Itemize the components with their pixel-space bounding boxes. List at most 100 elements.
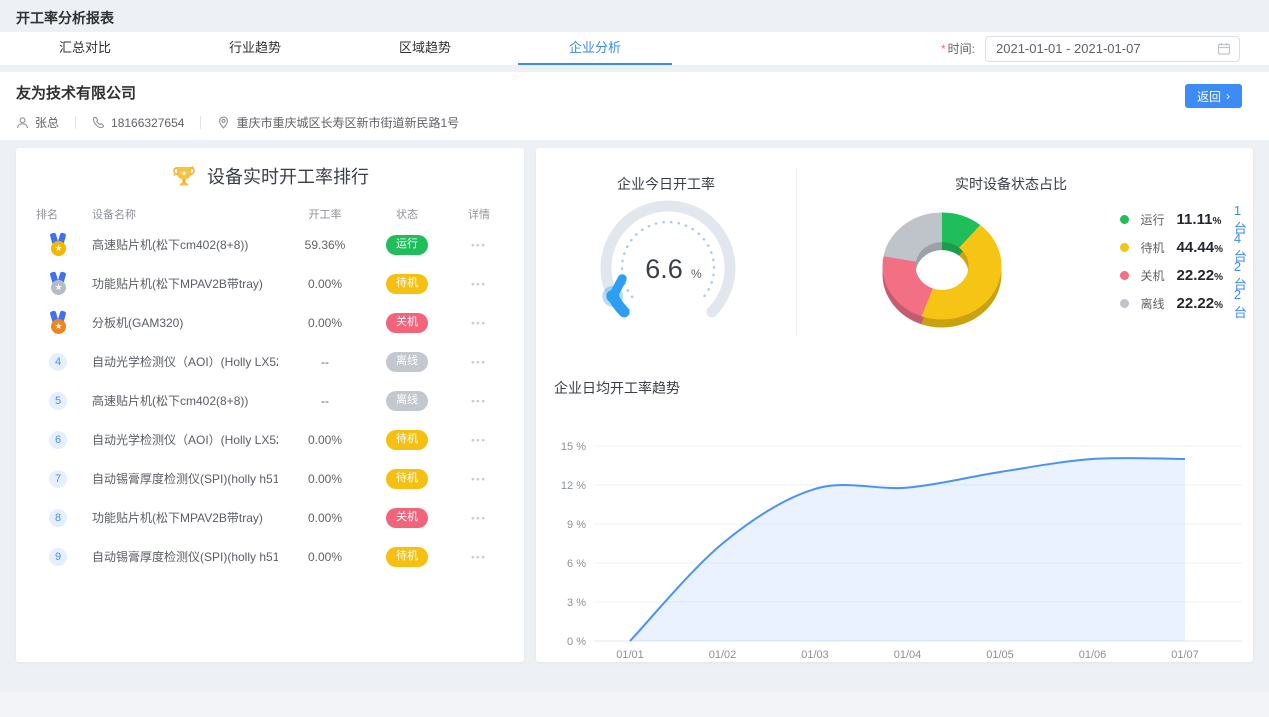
status-badge: 离线 [386,352,428,371]
rank-cell: 5 [36,392,80,410]
svg-text:★: ★ [181,170,187,178]
legend-label: 关机 [1141,267,1177,284]
status-badge: 关机 [386,508,428,527]
legend-label: 离线 [1141,295,1177,312]
status-badge: 待机 [386,430,428,449]
device-name: 自动光学检测仪（AOI）(Holly LX520iL) [92,353,278,370]
back-button[interactable]: 返回 › [1185,84,1242,108]
tabs: 汇总对比行业趋势区域趋势企业分析 [0,32,680,65]
status-cell: 待机 [372,429,442,449]
gauge-unit: % [691,267,702,281]
donut-svg [867,198,1017,338]
table-row[interactable]: ★ 功能贴片机(松下MPAV2B带tray) 0.00% 待机 ••• [16,264,524,303]
status-badge: 待机 [386,547,428,566]
device-ranking-card: ★ 设备实时开工率排行 排名 设备名称 开工率 状态 详情 ★ 高速贴片机(松下… [16,148,524,662]
legend-count[interactable]: 2台 [1234,287,1253,321]
y-tick-label: 6 % [567,558,586,570]
table-row[interactable]: 4 自动光学检测仪（AOI）(Holly LX520iL) -- 离线 ••• [16,342,524,381]
status-cell: 待机 [372,468,442,488]
detail-dots-button[interactable]: ••• [454,318,504,328]
y-tick-label: 3 % [567,597,586,609]
device-name: 功能贴片机(松下MPAV2B带tray) [92,275,278,292]
table-row[interactable]: ★ 分板机(GAM320) 0.00% 关机 ••• [16,303,524,342]
rank-cell: 7 [36,470,80,488]
legend-item[interactable]: 待机 44.44% 4台 [1120,238,1253,257]
device-name: 分板机(GAM320) [92,314,278,331]
trend-svg: 0 %3 %6 %9 %12 %15 %01/0101/0201/0301/04… [550,424,1246,660]
date-range-input[interactable]: 2021-01-01 - 2021-01-07 [985,36,1240,62]
detail-dots-button[interactable]: ••• [454,357,504,367]
detail-dots-button[interactable]: ••• [454,552,504,562]
rank-badge: 5 [49,392,67,410]
trend-title: 企业日均开工率趋势 [554,378,680,398]
legend-item[interactable]: 关机 22.22% 2台 [1120,266,1253,285]
legend-item[interactable]: 运行 11.11% 1台 [1120,210,1253,229]
col-rank: 排名 [36,206,80,222]
status-cell: 离线 [372,390,442,410]
rank-cell: 6 [36,431,80,449]
legend-percent: 44.44% [1177,239,1226,256]
table-header: 排名 设备名称 开工率 状态 详情 [16,203,524,225]
table-row[interactable]: 5 高速贴片机(松下cm402(8+8)) -- 离线 ••• [16,381,524,420]
detail-dots-button[interactable]: ••• [454,240,504,250]
detail-dots-button[interactable]: ••• [454,435,504,445]
x-tick-label: 01/07 [1171,649,1199,660]
legend-item[interactable]: 离线 22.22% 2台 [1120,294,1253,313]
status-cell: 关机 [372,507,442,527]
detail-dots-button[interactable]: ••• [454,513,504,523]
divider [200,116,201,129]
detail-dots-button[interactable]: ••• [454,396,504,406]
tab-行业趋势[interactable]: 行业趋势 [170,32,340,65]
status-badge: 运行 [386,235,428,254]
status-badge: 待机 [386,469,428,488]
rate-value: 0.00% [290,511,360,525]
gauge-knob [606,290,619,303]
table-row[interactable]: 9 自动锡膏厚度检测仪(SPI)(holly h510) 0.00% 待机 ••… [16,537,524,576]
vertical-divider [796,168,797,336]
rate-value: 0.00% [290,316,360,330]
col-detail: 详情 [454,206,504,222]
table-row[interactable]: 6 自动光学检测仪（AOI）(Holly LX520iL) 0.00% 待机 •… [16,420,524,459]
legend-label: 待机 [1141,239,1177,256]
charts-card: 企业今日开工率 实时设备状态占比 6.6% 运行 11.11% 1台 待机 44… [536,148,1253,662]
rank-badge: 4 [49,353,67,371]
device-name: 功能贴片机(松下MPAV2B带tray) [92,509,278,526]
rank-cell: ★ [36,233,80,256]
trophy-icon: ★ [171,163,197,189]
col-status: 状态 [372,206,442,222]
table-row[interactable]: 8 功能贴片机(松下MPAV2B带tray) 0.00% 关机 ••• [16,498,524,537]
status-badge: 待机 [386,274,428,293]
table-row[interactable]: ★ 高速贴片机(松下cm402(8+8)) 59.36% 运行 ••• [16,225,524,264]
date-range-value: 2021-01-01 - 2021-01-07 [996,41,1217,56]
tab-区域趋势[interactable]: 区域趋势 [340,32,510,65]
legend-label: 运行 [1141,211,1177,228]
detail-dots-button[interactable]: ••• [454,474,504,484]
status-donut-chart [867,198,1017,343]
legend-dot-icon [1120,243,1129,252]
tab-汇总对比[interactable]: 汇总对比 [0,32,170,65]
rate-value: 59.36% [290,238,360,252]
legend-dot-icon [1120,271,1129,280]
donut-title: 实时设备状态占比 [796,174,1226,194]
tab-企业分析[interactable]: 企业分析 [510,32,680,65]
rank-badge: 7 [49,470,67,488]
page-title: 开工率分析报表 [16,8,114,28]
rate-value: 0.00% [290,433,360,447]
person-icon [16,116,29,129]
device-name: 自动光学检测仪（AOI）(Holly LX520iL) [92,431,278,448]
device-name: 高速贴片机(松下cm402(8+8)) [92,392,278,409]
detail-dots-button[interactable]: ••• [454,279,504,289]
y-tick-label: 15 % [561,441,586,453]
table-row[interactable]: 7 自动锡膏厚度检测仪(SPI)(holly h510) 0.00% 待机 ••… [16,459,524,498]
gauge-value: 6.6 [645,254,683,284]
y-tick-label: 12 % [561,480,586,492]
company-bar: 友为技术有限公司 张总 18166327654 重庆市重庆城区长寿区新市街道新民… [0,72,1269,140]
device-name: 自动锡膏厚度检测仪(SPI)(holly h510) [92,470,278,487]
trend-chart: 0 %3 %6 %9 %12 %15 %01/0101/0201/0301/04… [550,424,1246,665]
legend-percent: 11.11% [1177,211,1226,228]
contact-phone: 18166327654 [92,116,184,130]
legend-percent: 22.22% [1177,295,1226,312]
donut-legend: 运行 11.11% 1台 待机 44.44% 4台 关机 22.22% 2台 离… [1120,210,1253,313]
x-tick-label: 01/04 [894,649,922,660]
calendar-icon[interactable] [1217,42,1231,56]
